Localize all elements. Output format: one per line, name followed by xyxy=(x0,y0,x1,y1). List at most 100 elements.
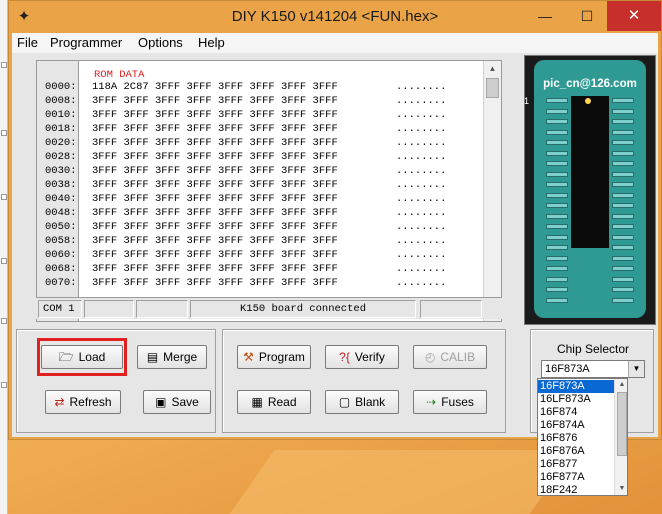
menu-programmer[interactable]: Programmer xyxy=(50,35,122,50)
status-message: K150 board connected xyxy=(190,300,416,318)
chip-body xyxy=(571,96,609,248)
socket-pin xyxy=(546,255,568,261)
chip-option[interactable]: 16F877 xyxy=(538,458,614,471)
chip-option[interactable]: 18F242 xyxy=(538,484,614,495)
chip-option[interactable]: 16F873A xyxy=(538,380,614,393)
socket-pin xyxy=(546,129,568,135)
hex-scrollbar[interactable]: ▲ ▼ xyxy=(483,61,501,321)
program-button[interactable]: ⚒ Program xyxy=(237,345,311,369)
save-button[interactable]: ▣ Save xyxy=(143,390,211,414)
hex-data: 3FFF 3FFF 3FFF 3FFF 3FFF 3FFF 3FFF 3FFF xyxy=(92,109,338,121)
hex-address: 0030: xyxy=(45,165,77,177)
scroll-thumb[interactable] xyxy=(486,78,499,98)
chip-option[interactable]: 16F874 xyxy=(538,406,614,419)
verify-button[interactable]: ?{Verify xyxy=(325,345,399,369)
dropdown-scroll-thumb[interactable] xyxy=(617,392,627,456)
hex-row: 0020: 3FFF 3FFF 3FFF 3FFF 3FFF 3FFF 3FFF … xyxy=(45,137,446,150)
refresh-icon: ⇄ xyxy=(54,395,65,409)
hex-row: 0070: 3FFF 3FFF 3FFF 3FFF 3FFF 3FFF 3FFF … xyxy=(45,277,446,290)
chevron-down-icon[interactable]: ▼ xyxy=(628,361,644,377)
socket-pin xyxy=(546,161,568,166)
menu-file[interactable]: File xyxy=(17,35,38,50)
socket-pin xyxy=(546,108,568,114)
socket-pin xyxy=(612,150,634,156)
menu-options[interactable]: Options xyxy=(138,35,183,50)
chip-option[interactable]: 16F877A xyxy=(538,471,614,484)
socket-pin xyxy=(546,203,568,208)
hex-ascii: ........ xyxy=(396,95,447,107)
maximize-button[interactable]: ☐ xyxy=(565,1,609,31)
minimize-button[interactable]: — xyxy=(523,1,567,31)
rom-data-header: ROM DATA xyxy=(94,69,145,81)
chip-option[interactable]: 16LF873A xyxy=(538,393,614,406)
blank-button[interactable]: ▢ Blank xyxy=(325,390,399,414)
hex-ascii: ........ xyxy=(396,193,447,205)
chip-selector-dropdown[interactable]: 16F873A 16LF873A 16F874 16F874A 16F876 16F876… xyxy=(537,378,628,496)
fuses-button[interactable]: ⇢ Fuses xyxy=(413,390,487,414)
socket-pin xyxy=(612,234,634,240)
fuses-label: Fuses xyxy=(441,395,474,409)
refresh-button[interactable]: ⇄ Refresh xyxy=(45,390,121,414)
socket-pin xyxy=(546,234,568,240)
hex-data: 3FFF 3FFF 3FFF 3FFF 3FFF 3FFF 3FFF 3FFF xyxy=(92,263,338,275)
verify-label: Verify xyxy=(354,350,385,364)
hex-row: 0050: 3FFF 3FFF 3FFF 3FFF 3FFF 3FFF 3FFF … xyxy=(45,221,446,234)
read-label: Read xyxy=(267,395,297,409)
background-marker xyxy=(1,258,7,264)
save-icon: ▣ xyxy=(155,395,167,409)
socket-pin xyxy=(612,213,634,219)
hex-row: 0060: 3FFF 3FFF 3FFF 3FFF 3FFF 3FFF 3FFF … xyxy=(45,249,446,262)
refresh-label: Refresh xyxy=(69,395,112,409)
socket-pin xyxy=(612,140,634,145)
hex-row: 0058: 3FFF 3FFF 3FFF 3FFF 3FFF 3FFF 3FFF … xyxy=(45,235,446,248)
calib-icon: ◴ xyxy=(424,350,436,364)
hex-ascii: ........ xyxy=(396,109,447,121)
hex-row: 0068: 3FFF 3FFF 3FFF 3FFF 3FFF 3FFF 3FFF … xyxy=(45,263,446,276)
hex-ascii: ........ xyxy=(396,221,447,233)
scroll-down-icon[interactable]: ▼ xyxy=(615,483,627,495)
background-marker xyxy=(1,382,7,388)
hex-ascii: ........ xyxy=(396,151,447,163)
socket-pin xyxy=(546,287,568,292)
load-highlight-box xyxy=(37,338,127,376)
chip-option[interactable]: 16F876 xyxy=(538,432,614,445)
chip-option[interactable]: 16F874A xyxy=(538,419,614,432)
socket-pin xyxy=(612,119,634,124)
hex-row: 0018: 3FFF 3FFF 3FFF 3FFF 3FFF 3FFF 3FFF … xyxy=(45,123,446,136)
hex-ascii: ........ xyxy=(396,81,447,93)
socket-pin xyxy=(612,182,634,187)
program-label: Program xyxy=(258,350,305,364)
chip-socket-view: pic_cn@126.com 1 xyxy=(524,55,656,325)
read-icon: ▦ xyxy=(251,395,263,409)
hex-address: 0068: xyxy=(45,263,77,275)
zif-socket-board: pic_cn@126.com 1 xyxy=(524,60,646,318)
merge-button[interactable]: ▤ Merge xyxy=(137,345,207,369)
dropdown-scrollbar[interactable]: ▲ ▼ xyxy=(614,379,627,495)
chip-selector-select[interactable]: 16F873A ▼ xyxy=(541,360,645,378)
background-marker xyxy=(1,130,7,136)
status-progress xyxy=(420,300,482,318)
status-cell-empty xyxy=(136,300,188,318)
background-marker xyxy=(1,318,7,324)
socket-pin xyxy=(612,287,634,292)
scroll-up-icon[interactable]: ▲ xyxy=(484,61,501,77)
scroll-up-icon[interactable]: ▲ xyxy=(615,379,627,391)
hex-data: 118A 2C87 3FFF 3FFF 3FFF 3FFF 3FFF 3FFF xyxy=(92,81,338,93)
socket-pin xyxy=(612,108,634,114)
calib-button: ◴ CALIB xyxy=(413,345,487,369)
close-button[interactable]: ✕ xyxy=(607,1,661,31)
menu-help[interactable]: Help xyxy=(198,35,225,50)
title-bar[interactable]: ✦ DIY K150 v141204 <FUN.hex> — ☐ ✕ xyxy=(9,1,661,33)
socket-pin xyxy=(546,182,568,187)
hex-row: 0030: 3FFF 3FFF 3FFF 3FFF 3FFF 3FFF 3FFF … xyxy=(45,165,446,178)
background-marker xyxy=(1,62,7,68)
socket-pin xyxy=(546,297,568,303)
hex-address: 0008: xyxy=(45,95,77,107)
merge-icon: ▤ xyxy=(146,350,159,364)
hex-ascii: ........ xyxy=(396,277,447,289)
hex-view[interactable]: ROM DATA 0000: 118A 2C87 3FFF 3FFF 3FFF 3… xyxy=(36,60,502,322)
read-button[interactable]: ▦ Read xyxy=(237,390,311,414)
chip-option[interactable]: 16F876A xyxy=(538,445,614,458)
calib-label: CALIB xyxy=(440,350,476,364)
socket-pin xyxy=(546,213,568,219)
